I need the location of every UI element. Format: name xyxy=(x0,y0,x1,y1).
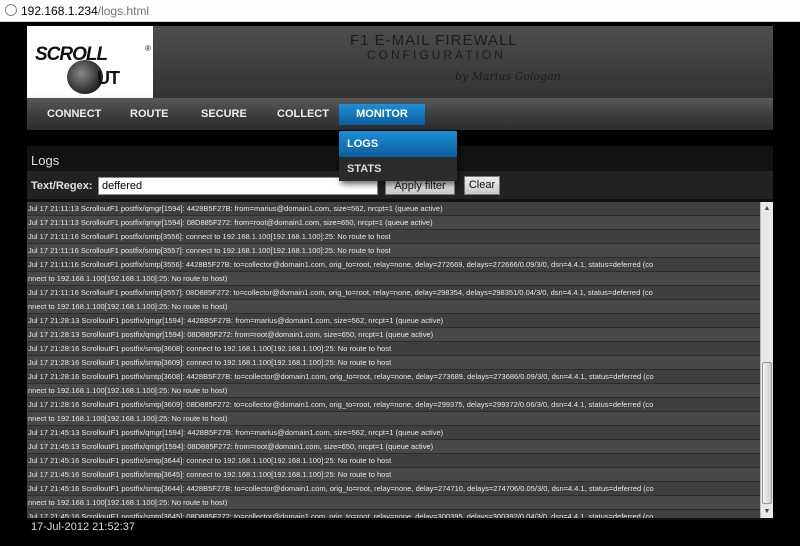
header-signature: by Marius Gologan xyxy=(455,70,561,83)
page: SCROLL ® UT F1 E-MAIL FIREWALL CONFIGURA… xyxy=(0,22,800,546)
nav-collect[interactable]: COLLECT xyxy=(277,108,329,120)
logo-text-out: UT xyxy=(97,68,120,88)
log-line: Jul 17 21:11:13 ScrolloutF1 postfix/qmgr… xyxy=(27,202,760,216)
scrollout-logo: SCROLL ® UT xyxy=(27,26,153,98)
clear-button[interactable]: Clear xyxy=(464,176,500,195)
log-line: Jul 17 21:45:13 ScrolloutF1 postfix/qmgr… xyxy=(27,440,760,454)
url-path: /logs.html xyxy=(97,4,150,18)
log-line: Jul 17 21:11:16 ScrolloutF1 postfix/smtp… xyxy=(27,230,760,244)
nav-route[interactable]: ROUTE xyxy=(130,108,169,120)
log-line: nnect to 192.168.1.100[192.168.1.100]:25… xyxy=(27,384,760,398)
logs-heading: Logs xyxy=(31,153,60,168)
log-line: Jul 17 21:45:13 ScrolloutF1 postfix/qmgr… xyxy=(27,426,760,440)
log-line: Jul 17 21:28:16 ScrolloutF1 postfix/smtp… xyxy=(27,398,760,412)
monitor-dropdown-menu: LOGS STATS xyxy=(339,131,457,181)
log-line: nnect to 192.168.1.100[192.168.1.100]:25… xyxy=(27,496,760,510)
log-output: Jul 17 21:11:13 ScrolloutF1 postfix/qmgr… xyxy=(27,202,760,518)
log-scrollbar[interactable]: ▲ ▼ xyxy=(760,202,773,518)
log-line: Jul 17 21:28:16 ScrolloutF1 postfix/smtp… xyxy=(27,356,760,370)
log-line: Jul 17 21:45:16 ScrolloutF1 postfix/smtp… xyxy=(27,482,760,496)
logo-text-scroll: SCROLL xyxy=(35,44,108,65)
log-line: nnect to 192.168.1.100[192.168.1.100]:25… xyxy=(27,300,760,314)
log-line: Jul 17 21:11:13 ScrolloutF1 postfix/qmgr… xyxy=(27,216,760,230)
footer-timestamp: 17-Jul-2012 21:52:37 xyxy=(31,521,135,533)
log-line: Jul 17 21:28:13 ScrolloutF1 postfix/qmgr… xyxy=(27,314,760,328)
log-line: nnect to 192.168.1.100[192.168.1.100]:25… xyxy=(27,412,760,426)
scroll-down-icon[interactable]: ▼ xyxy=(761,505,773,518)
log-line: Jul 17 21:45:16 ScrolloutF1 postfix/smtp… xyxy=(27,510,760,518)
scroll-thumb[interactable] xyxy=(762,362,772,504)
scroll-up-icon[interactable]: ▲ xyxy=(761,202,773,215)
log-line: Jul 17 21:11:16 ScrolloutF1 postfix/smtp… xyxy=(27,244,760,258)
nav-connect[interactable]: CONNECT xyxy=(47,108,101,120)
log-line: Jul 17 21:28:16 ScrolloutF1 postfix/smtp… xyxy=(27,370,760,384)
logo-registered-mark: ® xyxy=(145,44,151,53)
globe-icon xyxy=(5,4,17,16)
menu-item-logs[interactable]: LOGS xyxy=(339,131,457,157)
header-subtitle: CONFIGURATION xyxy=(367,48,506,62)
menu-item-stats[interactable]: STATS xyxy=(339,157,457,181)
filter-label: Text/Regex: xyxy=(31,180,93,192)
nav-monitor[interactable]: MONITOR xyxy=(339,104,425,125)
filter-input[interactable] xyxy=(98,177,378,195)
nav-secure[interactable]: SECURE xyxy=(201,108,247,120)
log-line: nnect to 192.168.1.100[192.168.1.100]:25… xyxy=(27,272,760,286)
url-host: 192.168.1.234 xyxy=(21,4,98,18)
header-title: F1 E-MAIL FIREWALL xyxy=(350,32,518,49)
log-line: Jul 17 21:45:16 ScrolloutF1 postfix/smtp… xyxy=(27,454,760,468)
browser-address-bar[interactable]: 192.168.1.234/logs.html xyxy=(0,0,800,22)
log-line: Jul 17 21:11:16 ScrolloutF1 postfix/smtp… xyxy=(27,258,760,272)
log-line: Jul 17 21:28:16 ScrolloutF1 postfix/smtp… xyxy=(27,342,760,356)
log-line: Jul 17 21:28:13 ScrolloutF1 postfix/qmgr… xyxy=(27,328,760,342)
log-line: Jul 17 21:45:16 ScrolloutF1 postfix/smtp… xyxy=(27,468,760,482)
log-line: Jul 17 21:11:16 ScrolloutF1 postfix/smtp… xyxy=(27,286,760,300)
url-text[interactable]: 192.168.1.234/logs.html xyxy=(21,4,149,18)
